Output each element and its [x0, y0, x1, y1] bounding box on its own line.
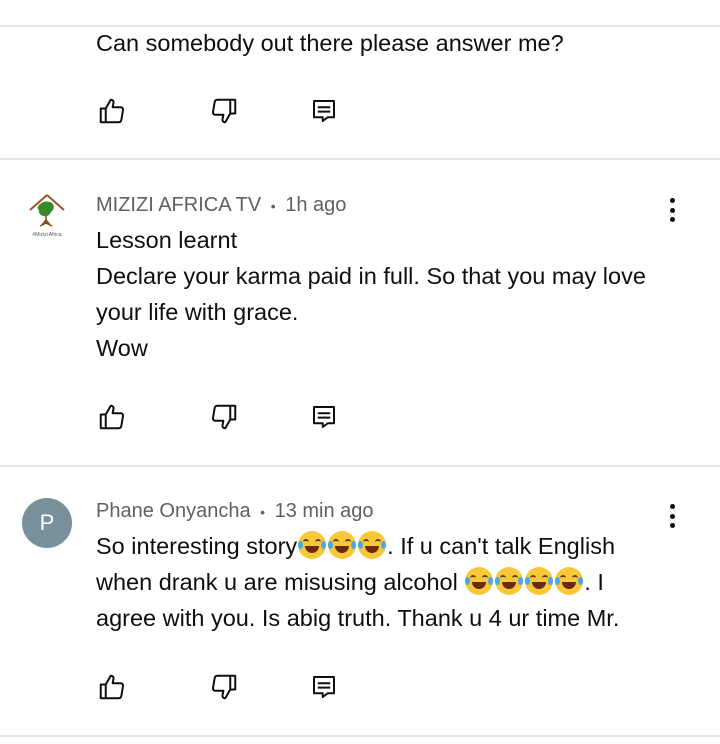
comment-line: So interesting story . If u can't talk En… [96, 528, 686, 564]
more-vert-icon-dot [669, 513, 675, 519]
comment-line: agree with you. Is abig truth. Thank u 4… [96, 605, 620, 631]
comment-text-segment: . If u can't talk English [387, 533, 616, 559]
comment-line: when drank u are misusing alcohol . I [96, 564, 686, 600]
separator: • [270, 197, 276, 214]
comment-line: your life with grace. [96, 299, 299, 325]
tears-of-joy-emoji [525, 567, 554, 595]
like-button[interactable] [96, 402, 128, 432]
comment-time: 13 min ago [274, 500, 374, 522]
tears-of-joy-emoji [465, 567, 494, 595]
like-button[interactable] [96, 96, 128, 126]
tears-of-joy-emoji [298, 531, 327, 559]
reply-icon [313, 676, 335, 698]
comment-actions [96, 96, 356, 126]
reply-icon [313, 100, 335, 122]
more-vert-icon [669, 504, 675, 509]
thumb-down-icon [211, 404, 237, 430]
reply-button[interactable] [308, 96, 340, 126]
tears-of-joy-emoji [495, 567, 524, 595]
comment-text: Can somebody out there please answer me? [96, 25, 686, 61]
author-name[interactable]: Phane Onyancha [96, 500, 251, 522]
tears-of-joy-emoji [358, 531, 387, 559]
avatar[interactable]: P [22, 498, 72, 548]
comment-text-segment: . I [584, 569, 604, 595]
svg-text:#Mizizi Africa: #Mizizi Africa [32, 232, 61, 238]
comment-time: 1h ago [285, 194, 347, 216]
channel-logo: #Mizizi Africa [29, 194, 65, 238]
like-button[interactable] [96, 672, 128, 702]
more-vert-icon-dot [669, 207, 675, 213]
comment-text-segment: when drank u are misusing alcohol [96, 569, 465, 595]
comment-text: So interesting story . If u can't talk En… [96, 528, 686, 636]
avatar[interactable]: #Mizizi Africa [22, 192, 72, 242]
more-options-button[interactable] [660, 502, 684, 530]
comment-meta: MIZIZI AFRICA TV • 1h ago [96, 194, 346, 217]
divider [0, 465, 720, 467]
comment-line: Wow [96, 335, 148, 361]
reply-button[interactable] [308, 672, 340, 702]
thumb-up-icon [99, 98, 125, 124]
loudly-crying-emoji [555, 567, 584, 595]
thumb-up-icon [99, 674, 125, 700]
tears-of-joy-emoji [328, 531, 357, 559]
more-options-button[interactable] [660, 196, 684, 224]
dislike-button[interactable] [208, 96, 240, 126]
thumb-up-icon [99, 404, 125, 430]
divider [0, 735, 720, 737]
thumb-down-icon [211, 674, 237, 700]
thumb-down-icon [211, 98, 237, 124]
comment-actions [96, 402, 356, 432]
separator: • [260, 503, 266, 520]
more-vert-icon [669, 198, 675, 203]
comment-line: Can somebody out there please answer me? [96, 30, 564, 56]
reply-icon [313, 406, 335, 428]
comment-text: Lesson learnt Declare your karma paid in… [96, 222, 686, 366]
dislike-button[interactable] [208, 402, 240, 432]
comment-meta: Phane Onyancha • 13 min ago [96, 500, 374, 523]
avatar-letter: P [39, 510, 55, 535]
dislike-button[interactable] [208, 672, 240, 702]
comment-text-segment: So interesting story [96, 533, 298, 559]
comment-line: Declare your karma paid in full. So that… [96, 263, 646, 289]
author-name[interactable]: MIZIZI AFRICA TV [96, 194, 261, 216]
divider [0, 158, 720, 160]
reply-button[interactable] [308, 402, 340, 432]
comment-line: Lesson learnt [96, 227, 238, 253]
comment-actions [96, 672, 356, 702]
